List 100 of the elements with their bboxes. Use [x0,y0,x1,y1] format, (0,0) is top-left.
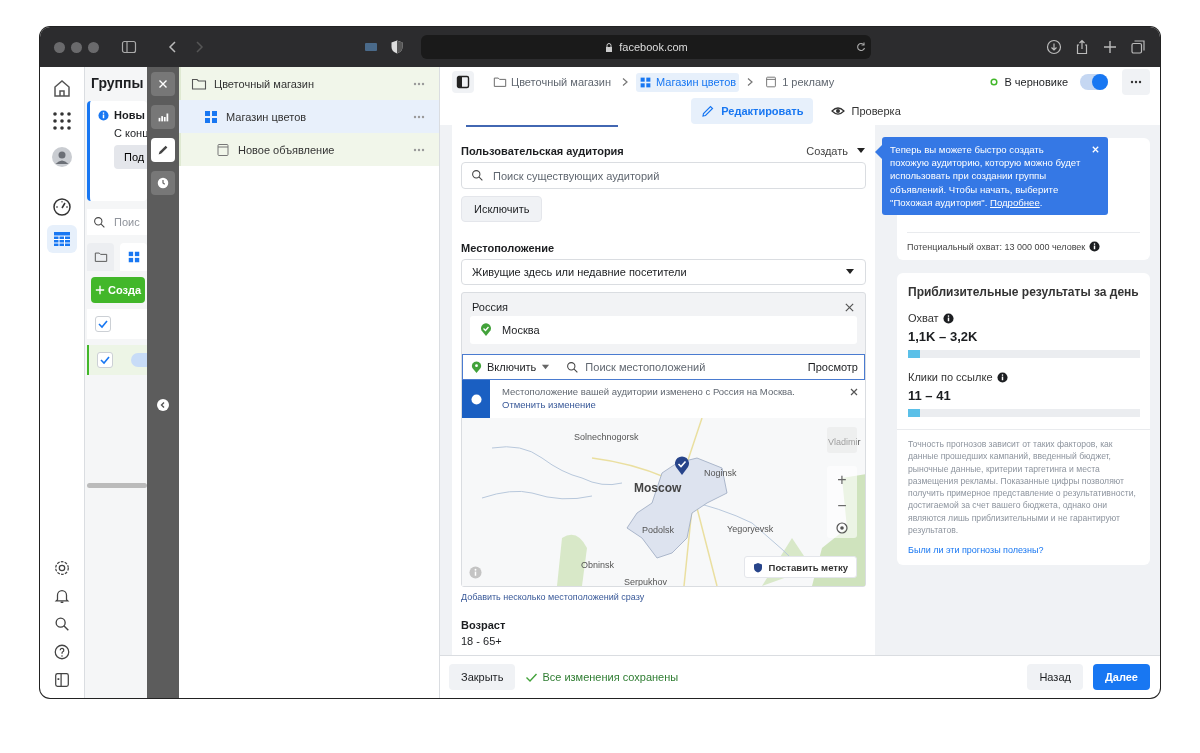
pin-icon [471,360,482,374]
tool-button[interactable] [151,138,175,162]
search-icon [566,360,580,374]
sidebar-icon[interactable] [121,39,137,55]
mode-tab[interactable]: Редактировать [691,98,814,124]
next-button[interactable]: Далее [1092,664,1150,690]
metric-label: Охват [908,312,939,324]
info-icon [996,371,1008,383]
map-label: Noginsk [704,468,737,478]
locate-icon[interactable] [835,521,849,535]
checkbox[interactable] [97,352,113,368]
share-icon[interactable] [1074,39,1090,55]
scrollbar[interactable] [87,483,147,488]
toggle[interactable] [131,353,147,367]
age-value: 18 - 65+ [461,635,503,647]
status-label: В черновике [1004,76,1068,88]
breadcrumb[interactable]: Магазин цветов [636,72,740,92]
disclaimer-text: Точность прогнозов зависит от таких факторов, как данные прошедших кампаний, введенный бюджет, рыночные данные, критерии таргетинга и места размещения рекламы. Показанные цифры позволяют получить примерное представление о результативности, достигаемой за счет вашего бюджета, однако они являются лишь приблизительными и не гарантируют результатов. [897,429,1150,537]
tree-item[interactable]: Цветочный магазин [179,67,439,100]
more-icon [1130,80,1142,84]
breadcrumb[interactable]: 1 рекламу [761,72,838,92]
window-control-icon[interactable] [71,41,82,53]
feedback-link[interactable]: Были ли эти прогнозы полезны? [908,545,1044,556]
close-button[interactable]: Закрыть [449,664,516,690]
checkbox[interactable] [95,316,111,332]
notice-button[interactable]: Под [114,145,147,169]
browse-button[interactable]: Просмотр [807,361,858,373]
plus-icon[interactable] [1102,39,1118,55]
map-label: Obninsk [581,560,615,570]
saved-status: Все изменения сохранены [542,671,679,683]
tool-button[interactable] [151,72,175,96]
search-icon [93,215,106,229]
learn-more-link[interactable]: Подробнее [990,196,1040,208]
collapse-icon[interactable] [157,399,169,411]
search-icon [53,615,71,633]
help-icon [53,643,71,661]
bulk-locations-link[interactable]: Добавить несколько местоположений сразу [461,592,645,602]
download-icon[interactable] [1046,39,1062,55]
breadcrumb[interactable]: Цветочный магазин [490,72,615,92]
plus-icon [95,285,105,295]
tabs-icon[interactable] [1130,39,1146,55]
check-icon [99,354,111,366]
map-label: Solnechnogorsk [574,432,639,442]
avatar-icon [52,147,72,167]
tool-button[interactable] [151,105,175,129]
page-icon [215,141,231,158]
include-dropdown[interactable]: Включить [471,360,551,374]
pencil-icon [156,143,170,157]
folder-icon [93,250,108,264]
location-type-dropdown[interactable]: Живущие здесь или недавние посетители [461,259,866,285]
create-dropdown[interactable]: Создать [806,145,866,157]
table-row[interactable] [87,345,147,375]
reload-icon[interactable] [855,41,867,53]
close-icon[interactable] [844,301,855,313]
map-label: Moscow [634,481,682,495]
exclude-button[interactable]: Исключить [461,196,543,222]
gauge-icon [52,197,72,217]
info-icon [98,109,109,121]
clock-icon [156,176,170,190]
window-control-icon[interactable] [54,41,65,53]
tree-item[interactable]: Магазин цветов [179,100,439,133]
zoom-out-button[interactable]: − [831,495,853,517]
tool-button[interactable] [151,171,175,195]
settings-icon [53,559,71,577]
metric-value: 11 – 41 [908,388,952,403]
close-icon[interactable] [849,387,859,397]
check-icon [525,671,538,683]
toggle[interactable] [1080,74,1108,90]
level-tab[interactable] [87,243,114,271]
search-field[interactable]: Поиск существующих аудиторий [461,162,866,189]
grid-icon [203,108,219,125]
level-tab[interactable] [120,243,147,271]
section-label: Местоположение [461,242,556,254]
grid-icon [639,75,653,89]
back-button[interactable]: Назад [1027,664,1083,690]
pin-icon [480,323,492,337]
address-bar[interactable]: facebook.com [421,35,871,59]
shield-icon[interactable] [389,39,405,55]
sidebar-icon [456,75,470,89]
bell-icon [53,587,71,605]
window-control-icon[interactable] [88,41,99,53]
location-chip[interactable]: Москва [470,316,857,344]
tree-item[interactable]: Новое объявление [179,133,439,166]
shield-pin-icon [752,561,763,573]
folder-icon [493,75,507,89]
sidebar-toggle-button[interactable] [452,71,474,93]
table-icon [52,229,72,249]
status-dot-icon [990,78,999,86]
map-label: Podolsk [642,525,675,535]
undo-link[interactable]: Отменить изменение [502,399,596,410]
map-label: Yegoryevsk [727,524,774,534]
mode-tab[interactable]: Проверка [821,98,911,124]
caret-icon [541,362,551,372]
zoom-in-button[interactable]: + [831,469,853,491]
info-icon [942,312,954,324]
drop-pin-button[interactable]: Поставить метку [743,556,857,578]
info-icon [1089,241,1101,252]
metric-label: Клики по ссылке [908,371,993,383]
section-label: Возраст [461,619,507,631]
potential-reach: Потенциальный охват: 13 000 000 человек [907,241,1086,252]
